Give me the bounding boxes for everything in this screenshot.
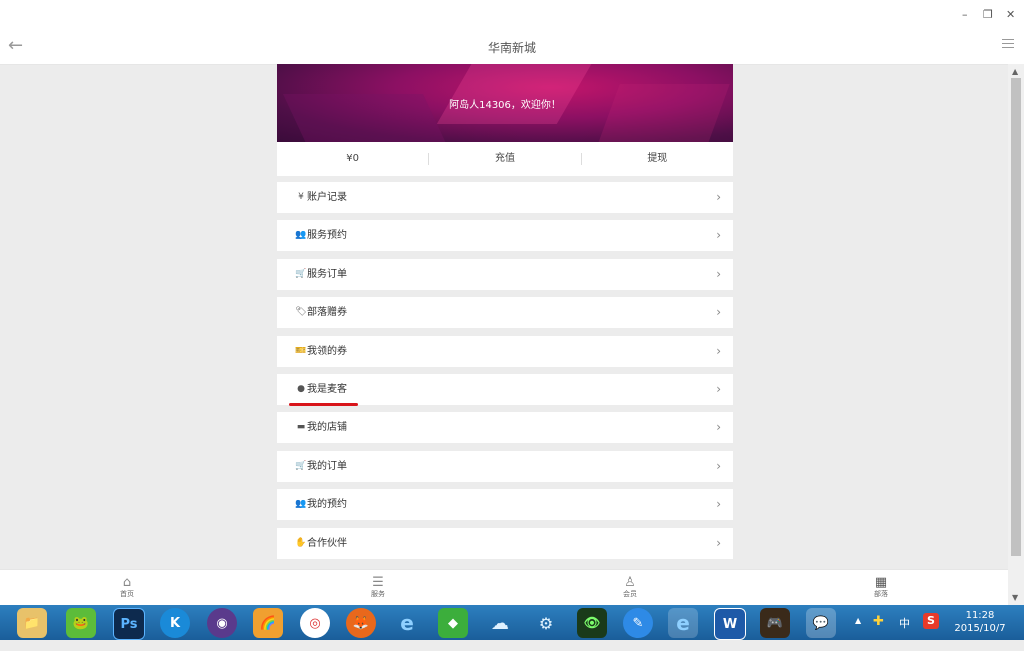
globe-icon: ●	[297, 383, 305, 394]
clock[interactable]: 11:28 2015/10/7	[950, 609, 1010, 635]
app-green-icon[interactable]: 🐸	[66, 608, 96, 638]
download-app-icon[interactable]: ◆	[438, 608, 468, 638]
yen-icon: ¥	[298, 192, 304, 202]
welcome-text: 阿岛人14306，欢迎你！	[449, 100, 561, 111]
eye-app-icon[interactable]: 👁	[577, 608, 607, 638]
ime-indicator[interactable]: 中	[899, 615, 910, 650]
chevron-right-icon: ›	[716, 420, 721, 435]
annotation-underline	[289, 403, 358, 406]
home-icon: ⌂	[122, 575, 132, 590]
nav-label: 部落	[874, 590, 888, 598]
chevron-right-icon: ›	[716, 228, 721, 243]
chevron-right-icon: ›	[716, 535, 721, 550]
person-icon: ♙	[624, 575, 636, 590]
menu-item-service-orders[interactable]: 🛒 服务订单 ›	[277, 258, 733, 290]
restore-button[interactable]: ❐	[983, 8, 993, 22]
chrome-icon[interactable]: ◎	[300, 608, 330, 638]
nav-label: 首页	[120, 590, 134, 598]
profile-banner: 阿岛人14306，欢迎你！	[277, 64, 733, 142]
vertical-scrollbar[interactable]: ▲ ▼	[1008, 64, 1024, 605]
os-taskbar: 📁 🐸 Ps K ◉ 🌈 ◎ 🦊 e ◆ ☁ ⚙ 👁 ✎ e W 🎮 💬 ▲ ✚…	[0, 605, 1024, 640]
users-icon: 👥	[295, 230, 307, 241]
app-header: ← 华南新城	[0, 30, 1024, 65]
menu-item-label: 我的订单	[307, 460, 347, 472]
file-explorer-icon[interactable]: 📁	[17, 608, 47, 638]
word-icon[interactable]: W	[714, 608, 746, 640]
tray-app-icon[interactable]: ✚	[873, 614, 884, 649]
close-button[interactable]: ✕	[1006, 8, 1015, 22]
scroll-down-arrow-icon[interactable]: ▼	[1012, 593, 1018, 602]
nav-label: 会员	[623, 590, 637, 598]
menu-item-label: 服务预约	[307, 230, 347, 242]
scroll-up-arrow-icon[interactable]: ▲	[1012, 67, 1018, 76]
grid-icon: ▦	[874, 575, 888, 590]
sogou-icon[interactable]: S	[923, 613, 939, 629]
nav-tribe[interactable]: ▦ 部落	[861, 575, 901, 599]
cart-icon: 🛒	[295, 460, 307, 471]
kugou-icon[interactable]: K	[160, 608, 190, 638]
nav-member[interactable]: ♙ 会员	[610, 575, 650, 599]
chevron-right-icon: ›	[716, 381, 721, 396]
menu-item-label: 部落赠券	[307, 307, 347, 319]
ie-icon[interactable]: e	[668, 608, 698, 638]
bottom-nav: ⌂ 首页 ☰ 服务 ♙ 会员 ▦ 部落	[0, 569, 1008, 606]
menu-item-my-orders[interactable]: 🛒 我的订单 ›	[277, 450, 733, 482]
ticket-icon: 🎫	[295, 345, 307, 356]
menu-item-partners[interactable]: ✋ 合作伙伴 ›	[277, 527, 733, 559]
chevron-right-icon: ›	[716, 458, 721, 473]
chevron-right-icon: ›	[716, 305, 721, 320]
network-app-icon[interactable]: ⚙	[531, 608, 561, 638]
menu-item-i-am-maker[interactable]: ● 我是麦客 ›	[277, 373, 733, 405]
list-icon: ☰	[372, 575, 384, 590]
menu-item-tribe-coupons[interactable]: 🏷 部落赠券 ›	[277, 297, 733, 329]
users-icon: 👥	[295, 499, 307, 510]
menu-item-label: 我领的券	[307, 345, 347, 357]
withdraw-button[interactable]: 提现	[582, 153, 733, 165]
main-content: 阿岛人14306，欢迎你！ ¥0 充值 提现 ¥ 账户记录 › 👥 服务预约 ›…	[277, 64, 733, 569]
balance-bar: ¥0 充值 提现	[277, 142, 733, 176]
ie-icon[interactable]: e	[392, 608, 422, 638]
menu-item-account-records[interactable]: ¥ 账户记录 ›	[277, 182, 733, 213]
menu-item-label: 账户记录	[307, 192, 347, 203]
menu-item-label: 我的店铺	[307, 422, 347, 434]
nav-home[interactable]: ⌂ 首页	[107, 575, 147, 599]
recharge-button[interactable]: 充值	[429, 153, 582, 165]
tag-icon: 🏷	[295, 307, 307, 318]
minimize-button[interactable]: –	[962, 8, 968, 22]
clock-date: 2015/10/7	[954, 623, 1006, 634]
scrollbar-thumb[interactable]	[1011, 78, 1021, 556]
window-titlebar: – ❐ ✕	[0, 0, 1024, 31]
nav-label: 服务	[371, 590, 385, 598]
hamburger-menu-icon[interactable]	[1002, 39, 1014, 51]
menu-item-my-store[interactable]: ▬ 我的店铺 ›	[277, 412, 733, 444]
game-app-icon[interactable]: 🎮	[760, 608, 790, 638]
balance-value[interactable]: ¥0	[277, 153, 430, 165]
pen-app-icon[interactable]: ✎	[623, 608, 653, 638]
store-icon: ▬	[296, 422, 306, 433]
chevron-right-icon: ›	[716, 343, 721, 358]
chevron-right-icon: ›	[716, 190, 721, 204]
menu-item-my-bookings[interactable]: 👥 我的预约 ›	[277, 489, 733, 521]
nav-service[interactable]: ☰ 服务	[358, 575, 398, 599]
menu-item-service-booking[interactable]: 👥 服务预约 ›	[277, 220, 733, 252]
chevron-right-icon: ›	[716, 497, 721, 512]
menu-list: ¥ 账户记录 › 👥 服务预约 › 🛒 服务订单 › 🏷 部落赠券 › 🎫 我领…	[277, 182, 733, 559]
menu-item-label: 合作伙伴	[307, 537, 347, 549]
menu-item-label: 我是麦客	[307, 383, 347, 395]
cart-icon: 🛒	[295, 268, 307, 279]
cloud-icon[interactable]: ☁	[485, 608, 515, 638]
firefox-icon[interactable]: 🦊	[346, 608, 376, 638]
photoshop-icon[interactable]: Ps	[113, 608, 145, 640]
wechat-icon[interactable]: 💬	[806, 608, 836, 638]
chevron-right-icon: ›	[716, 266, 721, 281]
menu-item-my-coupons[interactable]: 🎫 我领的券 ›	[277, 335, 733, 367]
tray-expand-icon[interactable]: ▲	[855, 616, 861, 651]
page-title: 华南新城	[487, 41, 536, 55]
clock-time: 11:28	[965, 610, 995, 621]
menu-item-label: 服务订单	[307, 268, 347, 280]
colorful-app-icon[interactable]: 🌈	[253, 608, 283, 638]
handshake-icon: ✋	[295, 537, 307, 548]
eclipse-icon[interactable]: ◉	[207, 608, 237, 638]
menu-item-label: 我的预约	[307, 499, 347, 511]
